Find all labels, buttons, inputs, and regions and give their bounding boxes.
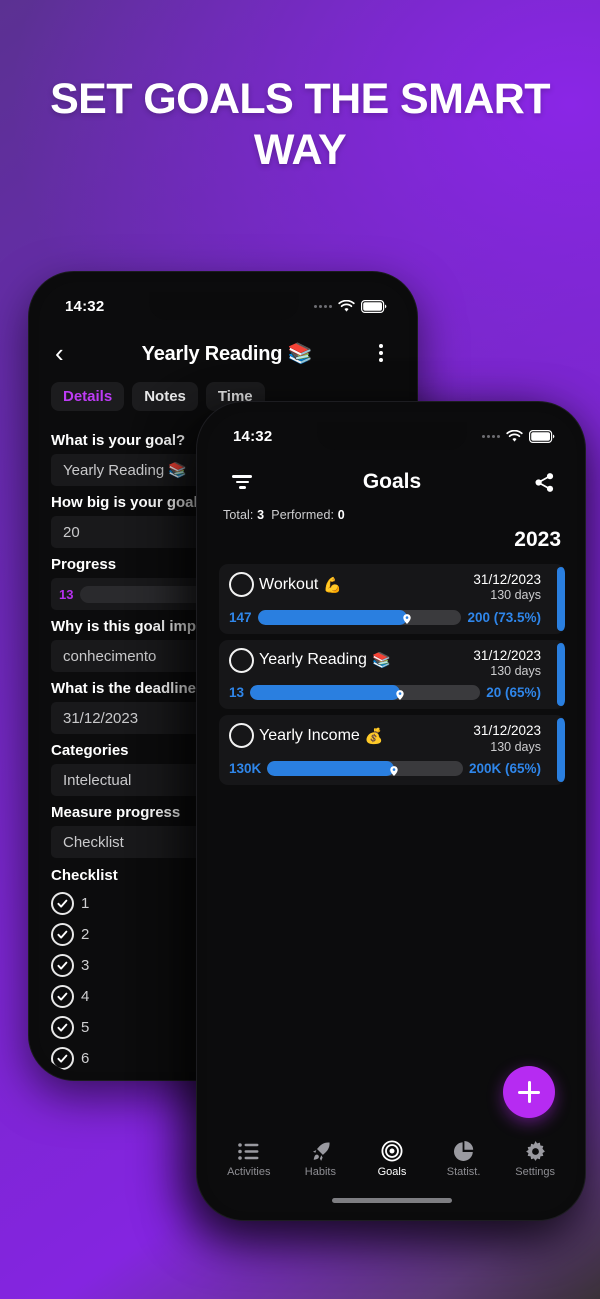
goal-progress-track[interactable] — [250, 685, 481, 701]
tab-notes[interactable]: Notes — [132, 382, 198, 411]
goal-card[interactable]: Workout 💪 31/12/2023 130 days 147 200 (73.5%) — [219, 564, 565, 634]
battery-icon — [529, 429, 555, 443]
progress-value: 13 — [59, 586, 74, 602]
filter-icon[interactable] — [229, 475, 255, 489]
year-label: 2023 — [514, 528, 561, 551]
target-icon — [381, 1140, 403, 1162]
check-circle-icon[interactable] — [51, 985, 74, 1008]
tab-label: Settings — [515, 1166, 556, 1178]
checklist-item-label: 4 — [81, 988, 90, 1005]
battery-icon — [361, 299, 387, 313]
gear-icon — [525, 1140, 546, 1162]
front-phone-device: 14:32 Goals Total: 3 Performed: 0 2023 W… — [196, 401, 586, 1221]
goal-name: Workout — [259, 575, 319, 593]
goals-list: Workout 💪 31/12/2023 130 days 147 200 (73.5%)… — [219, 564, 565, 786]
goal-card[interactable]: Yearly Reading 📚 31/12/2023 130 days 13 20 (6… — [219, 639, 565, 710]
card-accent-bar — [557, 718, 565, 783]
add-goal-fab[interactable] — [503, 1066, 555, 1118]
tab-settings[interactable]: Settings — [502, 1140, 568, 1178]
goal-current-value: 147 — [229, 609, 252, 625]
goal-complete-toggle[interactable] — [229, 723, 254, 749]
performed-value: 0 — [337, 508, 345, 522]
check-circle-icon[interactable] — [51, 892, 74, 915]
tab-goals[interactable]: Goals — [359, 1140, 425, 1178]
goal-progress-pin-icon — [402, 612, 413, 625]
goal-emoji: 📚 — [371, 652, 391, 670]
check-circle-icon[interactable] — [51, 923, 74, 946]
pie-chart-icon — [453, 1140, 474, 1162]
status-time: 14:32 — [233, 427, 273, 445]
goal-deadline: 31/12/2023 — [473, 572, 541, 587]
goal-emoji: 💪 — [323, 576, 342, 594]
tab-label: Activities — [227, 1166, 271, 1178]
checklist-item-label: 1 — [81, 895, 90, 912]
kebab-menu-icon[interactable] — [369, 344, 393, 362]
goal-name: Yearly Income — [259, 726, 360, 744]
card-accent-bar — [557, 642, 565, 707]
chevron-left-icon[interactable]: ‹ — [55, 340, 85, 366]
tab-label: Goals — [377, 1166, 407, 1178]
goal-current-value: 130K — [229, 761, 262, 777]
signal-dots-icon — [482, 434, 500, 438]
check-circle-icon[interactable] — [51, 954, 74, 977]
checklist-item-label: 5 — [81, 1019, 90, 1036]
share-icon[interactable] — [529, 472, 555, 493]
goal-progress-fill — [257, 609, 408, 625]
goal-progress-track[interactable] — [257, 609, 462, 625]
goals-header: Goals — [207, 460, 577, 504]
goals-summary: Total: 3 Performed: 0 — [223, 508, 345, 522]
checklist-item-label: 6 — [81, 1050, 90, 1067]
front-phone-screen: 14:32 Goals Total: 3 Performed: 0 2023 W… — [207, 412, 577, 1212]
tab-activities[interactable]: Activities — [216, 1140, 282, 1178]
checklist-item-label: 3 — [81, 957, 90, 974]
tab-habits[interactable]: Habits — [287, 1140, 353, 1178]
goal-deadline: 31/12/2023 — [473, 647, 541, 663]
goal-days-left: 130 days — [490, 664, 541, 679]
goal-target-value: 200 (73.5%) — [467, 609, 541, 625]
tab-label: Habits — [304, 1166, 336, 1178]
goal-progress-fill — [267, 761, 395, 777]
tab-label: Statist. — [446, 1166, 481, 1178]
goal-target-value: 20 (65%) — [486, 685, 541, 701]
goal-complete-toggle[interactable] — [229, 572, 254, 597]
goal-complete-toggle[interactable] — [229, 647, 254, 673]
goal-target-value: 200K (65%) — [468, 761, 541, 777]
check-circle-icon[interactable] — [51, 1047, 74, 1070]
goal-current-value: 13 — [229, 685, 245, 701]
goal-progress-pin-icon — [389, 763, 400, 776]
card-accent-bar — [557, 567, 565, 631]
back-phone-header: ‹ Yearly Reading 📚 — [39, 330, 409, 376]
goal-deadline: 31/12/2023 — [473, 723, 541, 739]
signal-dots-icon — [314, 304, 332, 308]
wifi-icon — [506, 429, 523, 443]
status-time: 14:32 — [65, 297, 105, 315]
goal-progress-track[interactable] — [267, 761, 463, 777]
total-value: 3 — [257, 508, 265, 522]
tab-statist[interactable]: Statist. — [431, 1140, 497, 1178]
promo-headline: SET GOALS THE SMART WAY — [50, 75, 550, 175]
check-circle-icon[interactable] — [51, 1016, 74, 1039]
goal-days-left: 130 days — [490, 739, 541, 754]
goal-days-left: 130 days — [490, 588, 541, 603]
home-indicator — [332, 1198, 452, 1203]
checklist-item-label: 2 — [81, 926, 90, 943]
page-title: Goals — [362, 470, 422, 493]
goal-name: Yearly Reading — [259, 651, 367, 669]
list-icon — [238, 1140, 259, 1162]
page-title: Yearly Reading 📚 — [141, 342, 313, 365]
goal-progress-fill — [250, 685, 400, 701]
front-status-bar: 14:32 — [207, 412, 577, 452]
tab-details[interactable]: Details — [51, 382, 125, 411]
back-status-bar: 14:32 — [39, 282, 409, 322]
goal-progress-pin-icon — [394, 687, 405, 700]
goal-card[interactable]: Yearly Income 💰 31/12/2023 130 days 130K 200K… — [219, 715, 565, 786]
rocket-icon — [310, 1140, 331, 1162]
performed-label: Performed: — [271, 508, 335, 522]
bottom-tab-bar: Activities Habits Goals Statist. Settings — [207, 1130, 577, 1188]
total-label: Total: — [223, 508, 254, 522]
goal-emoji: 💰 — [364, 727, 384, 745]
wifi-icon — [338, 299, 355, 313]
